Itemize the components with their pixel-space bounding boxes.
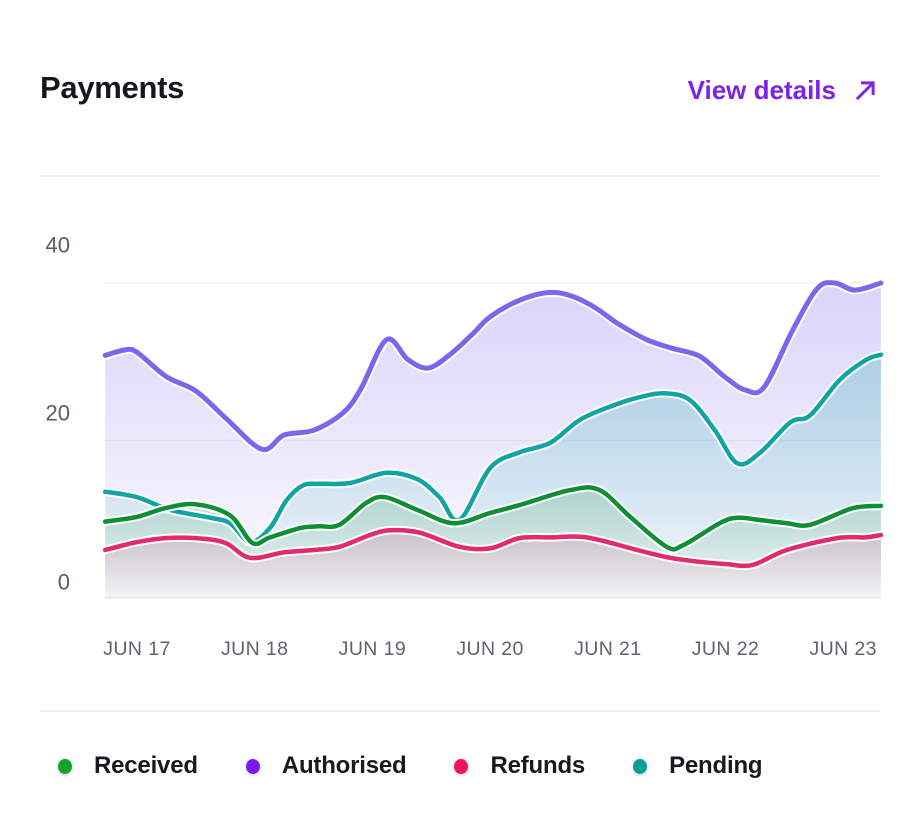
legend-item-authorised[interactable]: Authorised xyxy=(246,752,407,780)
received-dot-icon xyxy=(58,759,72,774)
x-axis-label: JUN 22 xyxy=(692,638,759,660)
y-axis-label: 20 xyxy=(46,401,70,426)
legend-label: Refunds xyxy=(490,752,585,780)
refunds-dot-icon xyxy=(454,759,468,774)
x-axis-label: JUN 21 xyxy=(574,638,641,660)
pending-dot-icon xyxy=(633,759,647,774)
legend-label: Received xyxy=(94,752,198,780)
legend-item-pending[interactable]: Pending xyxy=(633,752,762,780)
legend-item-received[interactable]: Received xyxy=(58,752,198,780)
x-axis-label: JUN 19 xyxy=(339,638,406,660)
y-axis-label: 40 xyxy=(46,233,70,258)
chart-legend: Received Authorised Refunds Pending xyxy=(58,752,762,780)
payments-area-chart: 40 20 0 JUN 17 JUN 18 JUN 19 JUN 20 JUN 21 JUN 2… xyxy=(0,0,920,826)
legend-label: Authorised xyxy=(282,752,407,780)
x-axis-label: JUN 20 xyxy=(456,638,523,660)
legend-item-refunds[interactable]: Refunds xyxy=(454,752,585,780)
y-axis-label: 0 xyxy=(58,570,70,595)
legend-divider xyxy=(40,710,880,712)
legend-label: Pending xyxy=(669,752,762,780)
x-axis-label: JUN 23 xyxy=(809,638,876,660)
x-axis-label: JUN 18 xyxy=(221,638,288,660)
authorised-dot-icon xyxy=(246,759,260,774)
x-axis-label: JUN 17 xyxy=(103,638,170,660)
